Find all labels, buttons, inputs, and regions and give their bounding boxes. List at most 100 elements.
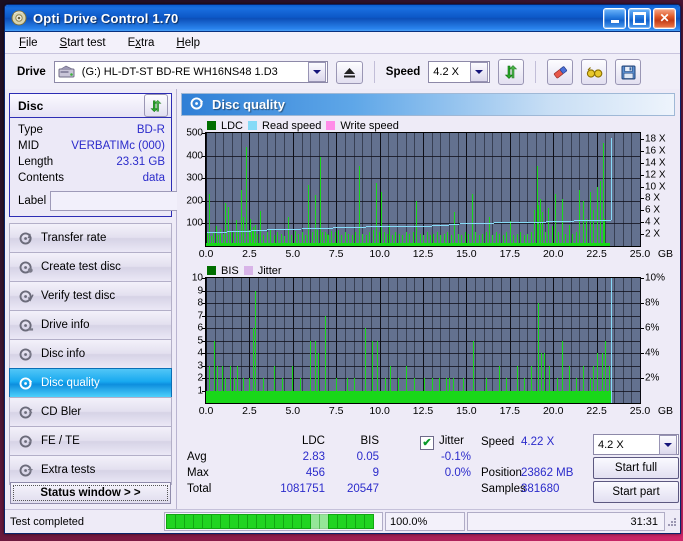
sidebar-item-drive-info[interactable]: Drive info: [9, 310, 172, 339]
resize-grip[interactable]: [666, 516, 678, 528]
test-speed-value: 4.2 X: [598, 438, 624, 451]
start-part-button[interactable]: Start part: [593, 481, 679, 503]
toolbar: Drive (G:) HL-DT-ST BD-RE WH16NS48 1.D3: [5, 54, 680, 91]
secondary-y-axis-tick: [641, 234, 644, 236]
stats-samples-label: Samples: [481, 483, 526, 495]
grid-line-vertical: [449, 133, 450, 246]
grid-line-vertical: [544, 133, 546, 246]
sidebar-item-create-test-disc[interactable]: Create test disc: [9, 252, 172, 281]
disc-length-key: Length: [18, 156, 54, 168]
secondary-y-axis-tick: [641, 174, 644, 176]
menu-start-test[interactable]: Start test: [56, 35, 110, 51]
drive-value: (G:) HL-DT-ST BD-RE WH16NS48 1.D3: [81, 66, 278, 78]
secondary-y-axis-tick: [641, 303, 644, 304]
legend-label-ldc: LDC: [221, 119, 244, 132]
application-window: Opti Drive Control 1.70 ✕ FFileile Start…: [4, 4, 681, 534]
x-axis-tick-label: 12.5: [412, 248, 434, 260]
stats-header-jitter: Jitter: [439, 435, 464, 447]
disc-icon: [11, 10, 27, 26]
disc-label-row: Label: [18, 189, 262, 212]
sidebar-item-label: FE / TE: [41, 435, 80, 447]
eject-button[interactable]: [335, 60, 363, 84]
start-part-label: Start part: [612, 486, 660, 498]
x-axis-tick-label: 10.0: [369, 405, 390, 417]
speed-value: 4.2 X: [433, 66, 459, 78]
secondary-y-axis-tick: [641, 222, 644, 224]
stats-ldc-avg: 2.83: [302, 451, 325, 463]
speed-label: Speed: [385, 66, 421, 78]
secondary-y-axis-tick-label: 10 X: [645, 181, 666, 193]
speed-select[interactable]: 4.2 X: [428, 61, 491, 83]
chart-bar: [208, 194, 210, 246]
bis-chart-legend: BIS Jitter: [181, 264, 675, 277]
chart-bar: [593, 209, 595, 246]
test-speed-dropdown-arrow[interactable]: [659, 434, 677, 455]
x-axis-tick-label: 17.5: [499, 248, 521, 260]
chart-bar: [604, 218, 606, 246]
end-marker-line: [611, 278, 613, 403]
sidebar-item-extra-tests[interactable]: Extra tests: [9, 455, 172, 485]
refresh-button[interactable]: [498, 59, 525, 85]
x-axis-tick-label: 10.0: [369, 248, 390, 260]
sidebar-item-label: Disc quality: [41, 377, 100, 389]
grid-line-vertical: [362, 133, 364, 246]
secondary-y-axis-tick-label: 4%: [645, 347, 660, 359]
disc-refresh-button[interactable]: [144, 94, 168, 117]
read-speed-segment: [610, 137, 612, 220]
grid-line-vertical: [466, 133, 468, 246]
sidebar-item-transfer-rate[interactable]: Transfer rate: [9, 223, 172, 252]
menu-bar: FFileile Start test Extra Help: [5, 32, 680, 54]
start-full-button[interactable]: Start full: [593, 457, 679, 479]
save-icon[interactable]: [615, 59, 642, 85]
sidebar-item-fe-te[interactable]: FE / TE: [9, 426, 172, 455]
read-speed-segment: [494, 222, 512, 224]
bis-plot-area: [205, 277, 641, 404]
chart-bar: [240, 189, 242, 246]
status-window-button[interactable]: Status window > >: [10, 482, 171, 504]
eraser-icon[interactable]: [547, 59, 574, 85]
maximize-button[interactable]: [628, 7, 651, 29]
sidebar-item-disc-quality[interactable]: Disc quality: [9, 368, 172, 397]
secondary-y-axis-tick-label: 16 X: [645, 145, 666, 157]
stats-header-ldc: LDC: [301, 435, 325, 447]
sidebar-item-disc-info[interactable]: Disc info: [9, 339, 172, 368]
chart-bar: [537, 303, 539, 403]
close-button[interactable]: ✕: [653, 7, 676, 29]
secondary-y-axis-tick-label: 8 X: [645, 192, 661, 204]
menu-file[interactable]: FFileile: [15, 35, 42, 51]
x-axis-unit-label: GB: [657, 405, 673, 417]
secondary-y-axis-tick: [641, 378, 644, 379]
disc-quality-header: Disc quality: [181, 93, 675, 116]
drive-dropdown-arrow[interactable]: [307, 62, 326, 82]
y-axis-tick-label: 300: [186, 172, 203, 184]
speed-dropdown-arrow[interactable]: [470, 62, 489, 82]
grid-line-vertical: [423, 133, 424, 246]
drive-label: Drive: [17, 66, 46, 78]
window-controls: ✕: [603, 7, 676, 29]
ldc-plot-area: [205, 132, 641, 247]
grid-line-horizontal: [206, 315, 640, 317]
chart-bar: [319, 156, 321, 246]
disc-row-type: Type BD-R: [18, 122, 165, 138]
glasses-icon[interactable]: [581, 59, 608, 85]
sidebar-item-verify-test-disc[interactable]: Verify test disc: [9, 281, 172, 310]
test-speed-select[interactable]: 4.2 X: [593, 434, 679, 455]
secondary-y-axis-tick-label: 2%: [645, 372, 660, 384]
minimize-button[interactable]: [603, 7, 626, 29]
sidebar-item-cd-bler[interactable]: CD Bler: [9, 397, 172, 426]
drive-select[interactable]: (G:) HL-DT-ST BD-RE WH16NS48 1.D3: [53, 61, 328, 83]
y-axis-tick-label: 500: [186, 127, 203, 139]
jitter-checkbox[interactable]: ✔: [420, 436, 434, 450]
menu-help[interactable]: Help: [172, 35, 204, 51]
chart-baseline-band: [206, 390, 611, 403]
chart-bar: [254, 290, 256, 403]
desktop-background: Opti Drive Control 1.70 ✕ FFileile Start…: [0, 0, 683, 541]
secondary-y-axis-tick-label: 6%: [645, 322, 660, 334]
chart-bar: [596, 187, 598, 246]
chart-bar: [541, 212, 543, 246]
read-speed-segment: [574, 220, 592, 222]
read-speed-segment: [511, 221, 529, 223]
disc-quality-header-icon: [190, 96, 205, 114]
grid-line-vertical: [431, 133, 433, 246]
menu-extra[interactable]: Extra: [124, 35, 159, 51]
